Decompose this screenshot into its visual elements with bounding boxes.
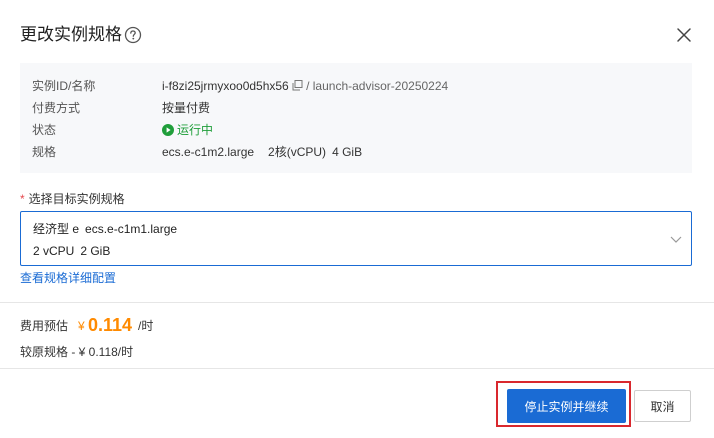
help-circle-icon[interactable] — [124, 26, 142, 44]
instance-info-panel: 实例ID/名称 i-f8zi25jrmyxoo0d5hx56 / launch-… — [20, 63, 692, 173]
instance-id: i-f8zi25jrmyxoo0d5hx56 — [162, 79, 289, 93]
running-icon — [162, 124, 174, 136]
billing-method: 按量付费 — [162, 101, 211, 115]
change-instance-spec-dialog: 更改实例规格 实例ID/名称 i-f8zi25jrmyxoo0d5hx56 / … — [0, 0, 714, 438]
cost-currency: ¥ — [78, 319, 85, 333]
view-spec-details-link[interactable]: 查看规格详细配置 — [20, 270, 116, 286]
info-row-spec: 规格 ecs.e-c1m2.large 2核(vCPU) 4 GiB — [32, 142, 682, 162]
id-name-separator: / — [306, 79, 310, 93]
info-row-billing: 付费方式 按量付费 — [32, 98, 682, 118]
selected-family: 经济型 e — [33, 222, 80, 236]
required-mark: * — [20, 192, 25, 206]
current-spec: ecs.e-c1m2.large — [162, 145, 255, 159]
target-spec-label-text: 选择目标实例规格 — [28, 192, 125, 206]
info-row-id: 实例ID/名称 i-f8zi25jrmyxoo0d5hx56 / launch-… — [32, 76, 682, 96]
dialog-header: 更改实例规格 — [0, 0, 714, 64]
status-badge: 运行中 — [162, 120, 213, 140]
info-label: 规格 — [32, 145, 57, 159]
dialog-title: 更改实例规格 — [20, 25, 122, 44]
current-mem: 4 GiB — [332, 145, 363, 159]
info-label: 状态 — [32, 123, 57, 137]
divider — [0, 302, 714, 303]
instance-name: launch-advisor-20250224 — [312, 79, 449, 93]
info-label: 实例ID/名称 — [32, 79, 96, 93]
status-text: 运行中 — [177, 123, 214, 137]
chevron-down-icon — [670, 236, 682, 243]
copy-icon[interactable] — [292, 80, 303, 91]
close-icon[interactable] — [676, 27, 692, 43]
target-spec-label: * 选择目标实例规格 — [20, 191, 125, 207]
original-spec-price: 较原规格 - ¥ 0.118/时 — [20, 345, 134, 359]
selected-mem: 2 GiB — [80, 244, 111, 258]
selected-vcpu: 2 vCPU — [33, 244, 75, 258]
info-row-status: 状态 运行中 — [32, 120, 682, 140]
target-spec-select[interactable]: 经济型 e ecs.e-c1m1.large 2 vCPU 2 GiB — [20, 211, 692, 266]
selected-spec: ecs.e-c1m1.large — [85, 222, 178, 236]
info-label: 付费方式 — [32, 101, 81, 115]
footer-divider — [0, 368, 714, 369]
cost-label: 费用预估 — [20, 319, 69, 333]
cost-amount: 0.114 — [88, 315, 133, 335]
cancel-button[interactable]: 取消 — [634, 390, 691, 422]
cost-unit: /时 — [138, 319, 154, 333]
stop-and-continue-button[interactable]: 停止实例并继续 — [507, 389, 626, 423]
current-cpu: 2核(vCPU) — [268, 145, 327, 159]
